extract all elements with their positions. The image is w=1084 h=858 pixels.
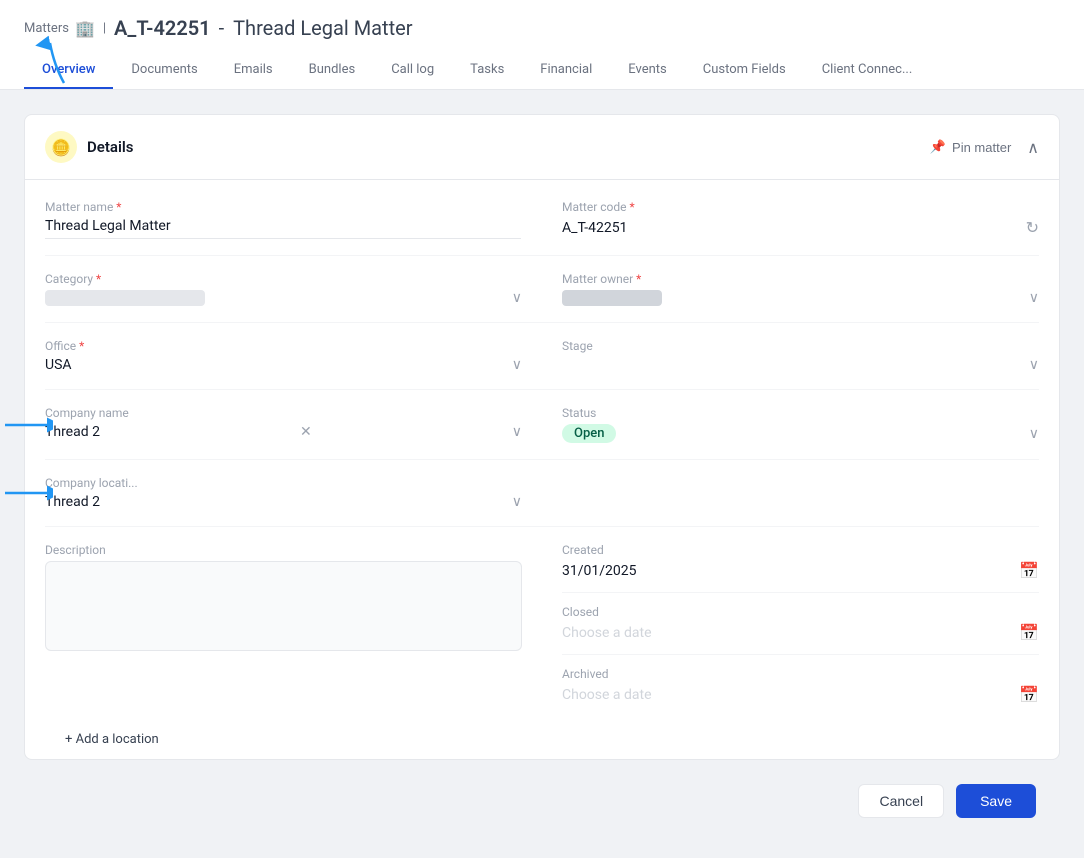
matter-name-title: - Thread Legal Matter <box>219 16 413 40</box>
form-row-1: Matter name * Thread Legal Matter Matter… <box>45 184 1039 256</box>
details-icon: 🪙 <box>45 131 77 163</box>
tab-bundles[interactable]: Bundles <box>291 52 374 89</box>
matter-owner-chevron[interactable]: ∨ <box>1029 290 1039 306</box>
company-location-label: Company locati... <box>45 476 522 490</box>
main-content: 🪙 Details 📌 Pin matter ∧ M <box>0 90 1084 858</box>
company-location-arrow <box>3 478 53 508</box>
status-badge: Open <box>562 424 616 443</box>
company-location-chevron[interactable]: ∨ <box>512 494 522 510</box>
matter-owner-label: Matter owner * <box>562 272 1039 286</box>
closed-calendar-icon[interactable]: 📅 <box>1019 623 1039 642</box>
header-arrow-wrapper: Matters 🏢 <box>24 19 95 38</box>
empty-right-field <box>542 460 1039 526</box>
company-name-label: Company name <box>45 406 522 420</box>
pin-matter-button[interactable]: 📌 Pin matter <box>930 139 1011 155</box>
company-location-value: Thread 2 <box>45 494 100 510</box>
tab-calllog[interactable]: Call log <box>373 52 452 89</box>
tab-documents[interactable]: Documents <box>113 52 215 89</box>
form-container: Matter name * Thread Legal Matter Matter… <box>25 180 1059 759</box>
archived-calendar-icon[interactable]: 📅 <box>1019 685 1039 704</box>
category-field: Category * ∨ <box>45 256 542 322</box>
card-header: 🪙 Details 📌 Pin matter ∧ <box>25 115 1059 180</box>
save-button[interactable]: Save <box>956 784 1036 818</box>
status-chevron[interactable]: ∨ <box>1029 426 1039 442</box>
created-label: Created <box>562 543 1039 557</box>
created-field: Created 31/01/2025 📅 <box>562 543 1039 593</box>
tab-financial[interactable]: Financial <box>522 52 610 89</box>
arrow-up-annotation <box>34 35 78 85</box>
stage-label: Stage <box>562 339 1039 353</box>
closed-value[interactable]: Choose a date <box>562 625 652 641</box>
created-value: 31/01/2025 <box>562 563 637 579</box>
pin-icon: 📌 <box>930 139 946 155</box>
add-location-button[interactable]: + Add a location <box>45 720 1039 759</box>
page-wrapper: Matters 🏢 | A_T-42251 - <box>0 0 1084 858</box>
form-row-4: Company name Thread 2 ✕ ∨ Status Open ∨ <box>45 390 1039 460</box>
tab-client-connect[interactable]: Client Connec... <box>804 52 931 89</box>
matter-owner-value-blurred <box>562 290 662 306</box>
tab-emails[interactable]: Emails <box>216 52 291 89</box>
archived-value[interactable]: Choose a date <box>562 687 652 703</box>
company-name-arrow <box>3 410 53 440</box>
company-name-clear[interactable]: ✕ <box>300 424 312 440</box>
tab-events[interactable]: Events <box>610 52 684 89</box>
tab-tasks[interactable]: Tasks <box>452 52 522 89</box>
closed-label: Closed <box>562 605 1039 619</box>
category-chevron[interactable]: ∨ <box>512 290 522 306</box>
dates-column: Created 31/01/2025 📅 Closed Choose a dat… <box>542 527 1039 720</box>
status-field: Status Open ∨ <box>542 390 1039 459</box>
description-textarea[interactable] <box>45 561 522 651</box>
office-label: Office * <box>45 339 522 353</box>
add-location-label: + Add a location <box>65 732 159 747</box>
form-row-6: Description Created 31/01/2025 📅 <box>45 527 1039 720</box>
closed-field: Closed Choose a date 📅 <box>562 605 1039 655</box>
header: Matters 🏢 | A_T-42251 - <box>0 0 1084 90</box>
collapse-icon[interactable]: ∧ <box>1027 138 1039 157</box>
created-calendar-icon[interactable]: 📅 <box>1019 561 1039 580</box>
stage-field: Stage ∨ <box>542 323 1039 389</box>
office-field: Office * USA ∨ <box>45 323 542 389</box>
matter-owner-field: Matter owner * ∨ <box>542 256 1039 322</box>
card-header-title: Details <box>87 138 133 156</box>
footer-actions: Cancel Save <box>24 768 1060 834</box>
breadcrumb-row: Matters 🏢 | A_T-42251 - <box>24 16 1060 40</box>
archived-label: Archived <box>562 667 1039 681</box>
description-field: Description <box>45 527 542 720</box>
card-header-right: 📌 Pin matter ∧ <box>930 138 1039 157</box>
description-label: Description <box>45 543 522 557</box>
matter-code-field: Matter code * A_T-42251 ↻ <box>542 184 1039 255</box>
matter-name-label: Matter name * <box>45 200 521 214</box>
breadcrumb-separator: | <box>103 21 106 36</box>
office-value: USA <box>45 357 72 373</box>
matter-name-value[interactable]: Thread Legal Matter <box>45 218 521 239</box>
form-row-5: Company locati... Thread 2 ∨ <box>45 460 1039 527</box>
category-value-blurred <box>45 290 205 306</box>
details-card: 🪙 Details 📌 Pin matter ∧ M <box>24 114 1060 760</box>
status-label: Status <box>562 406 1039 420</box>
tabs-bar: Overview Documents Emails Bundles Call l… <box>24 52 1060 89</box>
stage-chevron[interactable]: ∨ <box>1029 357 1039 373</box>
cancel-button[interactable]: Cancel <box>858 784 944 818</box>
page-title: A_T-42251 - Thread Legal Matter <box>114 16 412 40</box>
archived-field: Archived Choose a date 📅 <box>562 667 1039 716</box>
refresh-icon[interactable]: ↻ <box>1026 218 1039 237</box>
company-name-field: Company name Thread 2 ✕ ∨ <box>45 390 542 459</box>
card-header-left: 🪙 Details <box>45 131 133 163</box>
office-chevron[interactable]: ∨ <box>512 357 522 373</box>
matter-code-label: Matter code * <box>562 200 1039 214</box>
category-label: Category * <box>45 272 522 286</box>
matter-code-value: A_T-42251 <box>562 220 627 236</box>
tab-custom-fields[interactable]: Custom Fields <box>685 52 804 89</box>
matter-code-title: A_T-42251 <box>114 16 211 40</box>
form-row-2: Category * ∨ Matter owner * <box>45 256 1039 323</box>
breadcrumb-link[interactable]: Matters <box>24 21 69 36</box>
company-location-field: Company locati... Thread 2 ∨ <box>45 460 542 526</box>
company-name-value: Thread 2 <box>45 424 100 440</box>
company-name-chevron[interactable]: ∨ <box>512 424 522 440</box>
matter-name-field: Matter name * Thread Legal Matter <box>45 184 542 255</box>
form-row-3: Office * USA ∨ Stage ∨ <box>45 323 1039 390</box>
